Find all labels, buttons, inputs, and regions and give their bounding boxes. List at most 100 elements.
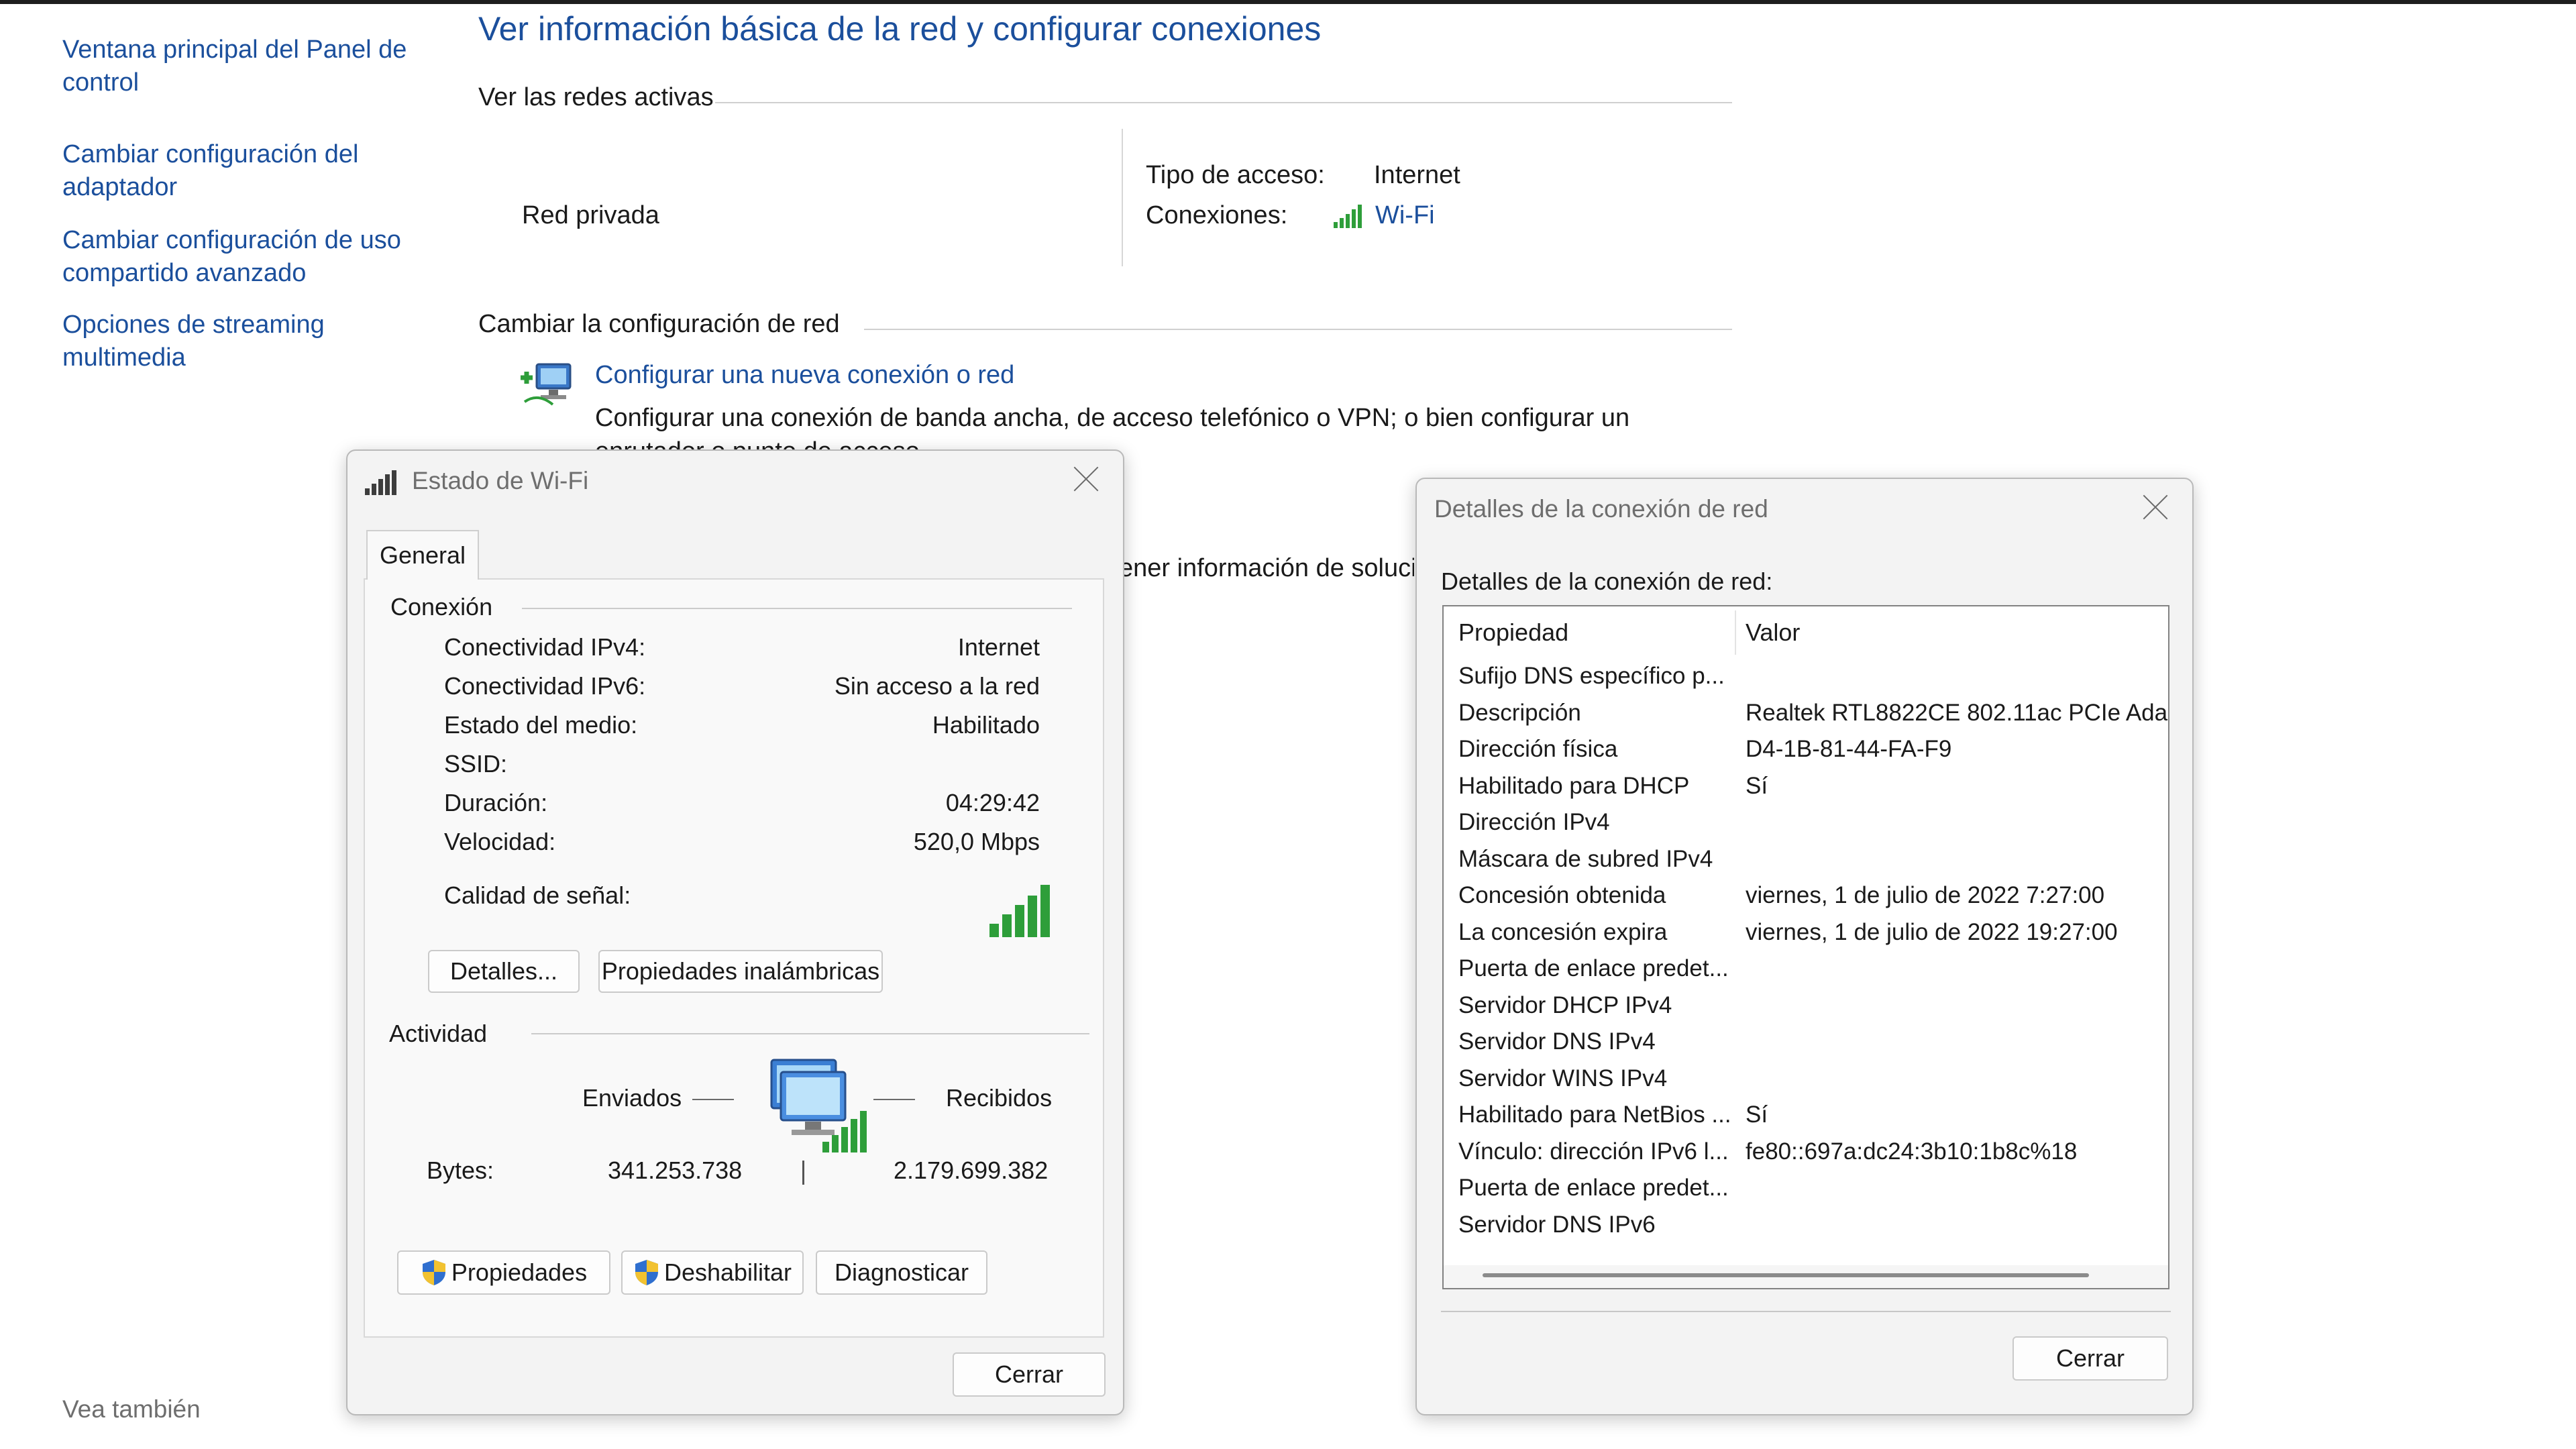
details-button[interactable]: Detalles... [428, 950, 580, 993]
details-row-value[interactable]: Realtek RTL8822CE 802.11ac PCIe Ada [1746, 700, 2168, 727]
details-row-value[interactable]: Sí [1746, 1102, 2168, 1128]
details-row-property[interactable]: Máscara de subred IPv4 [1458, 846, 1733, 873]
diagnose-button[interactable]: Diagnosticar [816, 1250, 987, 1295]
setup-description: Configurar una conexión de banda ancha, … [595, 404, 1630, 432]
horizontal-scrollbar[interactable] [1444, 1265, 2168, 1288]
change-settings-rule [864, 329, 1732, 330]
disable-button-label: Deshabilitar [663, 1258, 792, 1286]
details-list-header: Propiedad Valor [1444, 606, 2168, 660]
network-details-titlebar[interactable]: Detalles de la conexión de red [1417, 479, 2192, 538]
scrollbar-thumb[interactable] [1483, 1273, 2089, 1277]
close-icon[interactable] [2141, 492, 2171, 522]
nav-advanced-sharing-settings[interactable]: Cambiar configuración de uso compartido … [62, 224, 438, 290]
details-row-property[interactable]: La concesión expira [1458, 919, 1733, 946]
media-state-label: Estado del medio: [444, 711, 638, 739]
connections-label: Conexiones: [1146, 201, 1288, 229]
wifi-connection-label: Wi-Fi [1375, 201, 1435, 229]
details-row-property[interactable]: Vínculo: dirección IPv6 l... [1458, 1138, 1733, 1165]
wifi-signal-icon [365, 470, 396, 495]
properties-button-label: Propiedades [451, 1258, 588, 1286]
details-row-property[interactable]: Descripción [1458, 700, 1733, 727]
see-also-label: Vea también [62, 1395, 201, 1423]
network-computers-icon [770, 1059, 867, 1152]
details-row-property[interactable]: Habilitado para NetBios ... [1458, 1102, 1733, 1128]
media-state-value: Habilitado [932, 711, 1040, 739]
nav-media-streaming-options[interactable]: Opciones de streaming multimedia [62, 309, 438, 374]
signal-strength-icon [989, 885, 1050, 937]
details-row-property[interactable]: Habilitado para DHCP [1458, 773, 1733, 800]
connection-group-label: Conexión [390, 593, 493, 621]
details-row-property[interactable]: Dirección física [1458, 736, 1733, 763]
details-row-property[interactable]: Puerta de enlace predet... [1458, 955, 1733, 982]
details-row-property[interactable]: Servidor DHCP IPv4 [1458, 992, 1733, 1019]
nav-change-adapter-settings[interactable]: Cambiar configuración del adaptador [62, 138, 438, 204]
duration-label: Duración: [444, 789, 548, 816]
activity-divider [802, 1161, 804, 1185]
duration-value: 04:29:42 [945, 789, 1040, 816]
signal-quality-label: Calidad de señal: [444, 881, 631, 909]
wifi-status-titlebar[interactable]: Estado de Wi-Fi [347, 451, 1123, 510]
wireless-properties-button[interactable]: Propiedades inalámbricas [598, 950, 883, 993]
bytes-received-value: 2.179.699.382 [894, 1157, 1049, 1184]
ipv6-connectivity-value: Sin acceso a la red [834, 672, 1040, 700]
column-header-value[interactable]: Valor [1746, 619, 1800, 647]
activity-group-rule [531, 1033, 1089, 1034]
received-line [873, 1099, 915, 1100]
details-row-value[interactable]: viernes, 1 de julio de 2022 7:27:00 [1746, 882, 2168, 909]
details-row-value[interactable]: viernes, 1 de julio de 2022 19:27:00 [1746, 919, 2168, 946]
details-list[interactable]: Propiedad Valor Sufijo DNS específico p.… [1442, 605, 2169, 1289]
details-row-property[interactable]: Servidor WINS IPv4 [1458, 1065, 1733, 1092]
setup-new-connection-link[interactable]: Configurar una nueva conexión o red [595, 361, 1014, 390]
bytes-sent-value: 341.253.738 [608, 1157, 743, 1184]
screen-top-border [0, 0, 2576, 4]
details-caption: Detalles de la conexión de red: [1441, 568, 1773, 595]
network-name: Red privada [522, 201, 659, 229]
details-row-property[interactable]: Servidor DNS IPv6 [1458, 1212, 1733, 1238]
speed-value: 520,0 Mbps [913, 828, 1040, 855]
properties-button[interactable]: Propiedades [397, 1250, 610, 1295]
active-networks-header: Ver las redes activas [478, 83, 714, 111]
disable-button[interactable]: Deshabilitar [621, 1250, 804, 1295]
page-title: Ver información básica de la red y confi… [478, 10, 1322, 48]
received-label: Recibidos [946, 1084, 1053, 1112]
wifi-status-dialog: Estado de Wi-Fi General Conexión Conecti… [346, 449, 1124, 1415]
ipv4-connectivity-label: Conectividad IPv4: [444, 633, 646, 661]
new-connection-icon [521, 363, 572, 406]
details-row-property[interactable]: Servidor DNS IPv4 [1458, 1028, 1733, 1055]
bytes-label: Bytes: [427, 1157, 494, 1184]
close-button[interactable]: Cerrar [953, 1352, 1106, 1397]
network-details-dialog: Detalles de la conexión de red Detalles … [1415, 478, 2194, 1415]
troubleshoot-text: ener información de soluci [1119, 554, 1414, 582]
connection-group-rule [522, 608, 1072, 609]
details-row-value[interactable]: D4-1B-81-44-FA-F9 [1746, 736, 2168, 763]
details-row-value[interactable]: Sí [1746, 773, 2168, 800]
details-row-property[interactable]: Dirección IPv4 [1458, 809, 1733, 836]
wifi-signal-icon [1334, 204, 1362, 228]
ssid-label: SSID: [444, 750, 508, 777]
column-header-property[interactable]: Propiedad [1458, 619, 1568, 647]
ipv6-connectivity-label: Conectividad IPv6: [444, 672, 646, 700]
details-row-property[interactable]: Concesión obtenida [1458, 882, 1733, 909]
nav-control-panel-home[interactable]: Ventana principal del Panel de control [62, 34, 438, 99]
network-separator [1122, 129, 1123, 266]
control-panel-nav: Ventana principal del Panel de control C… [62, 34, 438, 412]
access-type-value: Internet [1374, 161, 1460, 189]
speed-label: Velocidad: [444, 828, 556, 855]
details-row-property[interactable]: Sufijo DNS específico p... [1458, 663, 1733, 690]
activity-group-label: Actividad [389, 1020, 488, 1047]
change-settings-header: Cambiar la configuración de red [478, 310, 840, 338]
details-row-property[interactable]: Puerta de enlace predet... [1458, 1175, 1733, 1201]
column-separator[interactable] [1735, 610, 1736, 655]
close-icon[interactable] [1072, 464, 1102, 494]
uac-shield-icon [635, 1260, 658, 1285]
uac-shield-icon [422, 1260, 445, 1285]
details-row-value[interactable]: fe80::697a:dc24:3b10:1b8c%18 [1746, 1138, 2168, 1165]
tab-general[interactable]: General [366, 530, 479, 580]
wifi-connection-link[interactable]: Wi-Fi [1332, 201, 1435, 230]
access-type-label: Tipo de acceso: [1146, 161, 1325, 189]
wifi-status-title: Estado de Wi-Fi [412, 467, 589, 494]
ipv4-connectivity-value: Internet [957, 633, 1040, 661]
network-details-title: Detalles de la conexión de red [1434, 495, 1768, 523]
details-separator [1441, 1311, 2171, 1312]
close-button[interactable]: Cerrar [2012, 1336, 2168, 1381]
